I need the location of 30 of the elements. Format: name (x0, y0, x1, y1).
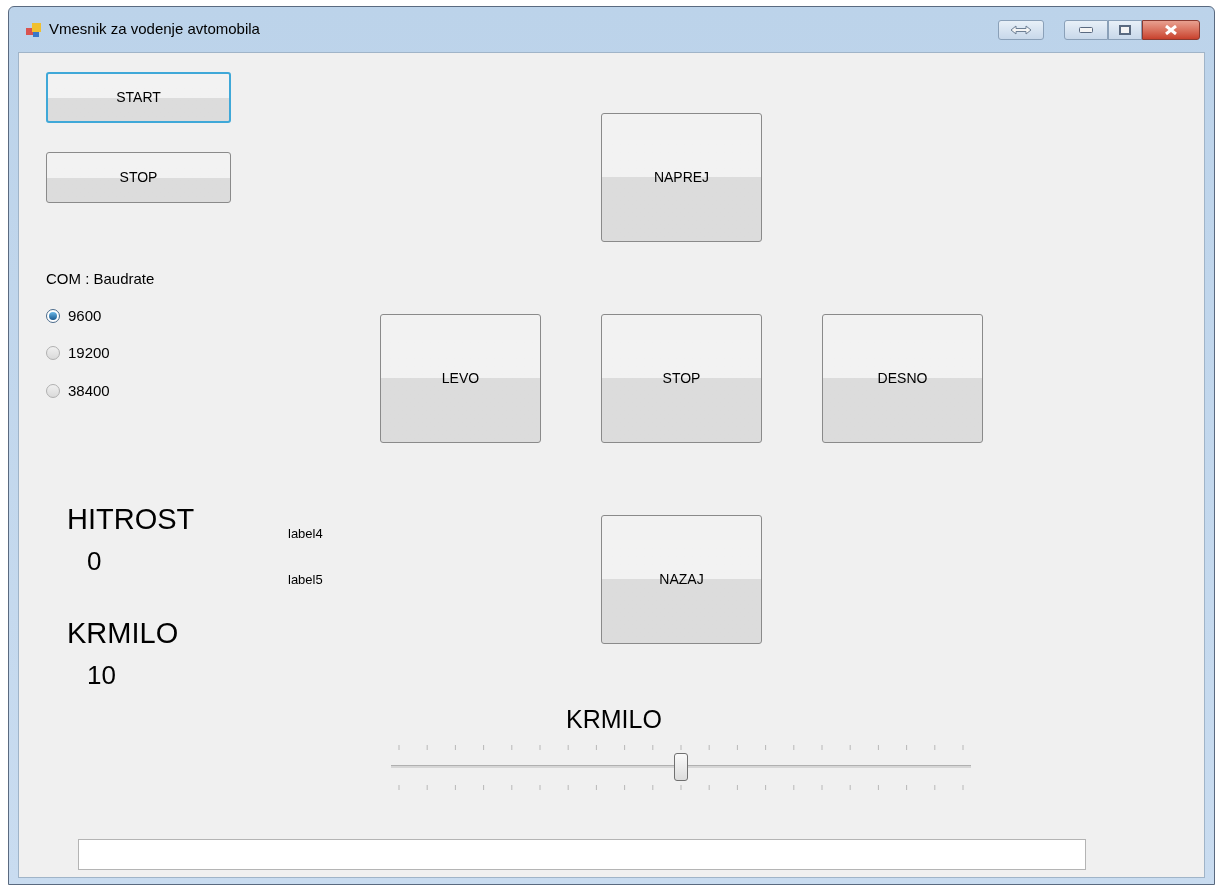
app-icon (25, 21, 43, 38)
readout-value: 0 (87, 546, 103, 576)
maximize-button[interactable] (1108, 19, 1142, 40)
slider-label: KRMILO (566, 704, 663, 734)
swap-button[interactable] (998, 19, 1044, 40)
direction-button[interactable]: STOP (601, 314, 762, 443)
radio-option[interactable]: 38400 (46, 379, 380, 402)
slider-thumb[interactable] (674, 753, 688, 781)
debug-label: label4 (288, 525, 323, 543)
radio-option[interactable]: 9600 (46, 304, 380, 327)
readout-label: KRMILO (67, 616, 180, 650)
close-icon (1164, 24, 1178, 35)
direction-button[interactable]: LEVO (380, 314, 541, 443)
readout-label: HITROST (67, 502, 196, 536)
radio-option[interactable]: 19200 (46, 342, 380, 365)
debug-label: label5 (288, 570, 323, 589)
readout-value: 10 (87, 660, 117, 690)
control-button[interactable]: START (46, 72, 231, 123)
text-field[interactable] (78, 839, 1086, 870)
direction-button[interactable]: NAPREJ (601, 113, 762, 242)
window-title: Vmesnik za vodenje avtomobila (49, 19, 260, 40)
double-arrow-icon (1010, 24, 1032, 35)
minimize-icon (1079, 26, 1093, 33)
baudrate-label: COM : Baudrate (46, 269, 156, 289)
direction-button[interactable]: DESNO (822, 314, 983, 443)
direction-button[interactable]: NAZAJ (601, 515, 762, 644)
control-button[interactable]: STOP (46, 152, 231, 203)
minimize-button[interactable] (1064, 19, 1108, 40)
close-button[interactable] (1142, 19, 1200, 40)
maximize-icon (1119, 24, 1131, 35)
